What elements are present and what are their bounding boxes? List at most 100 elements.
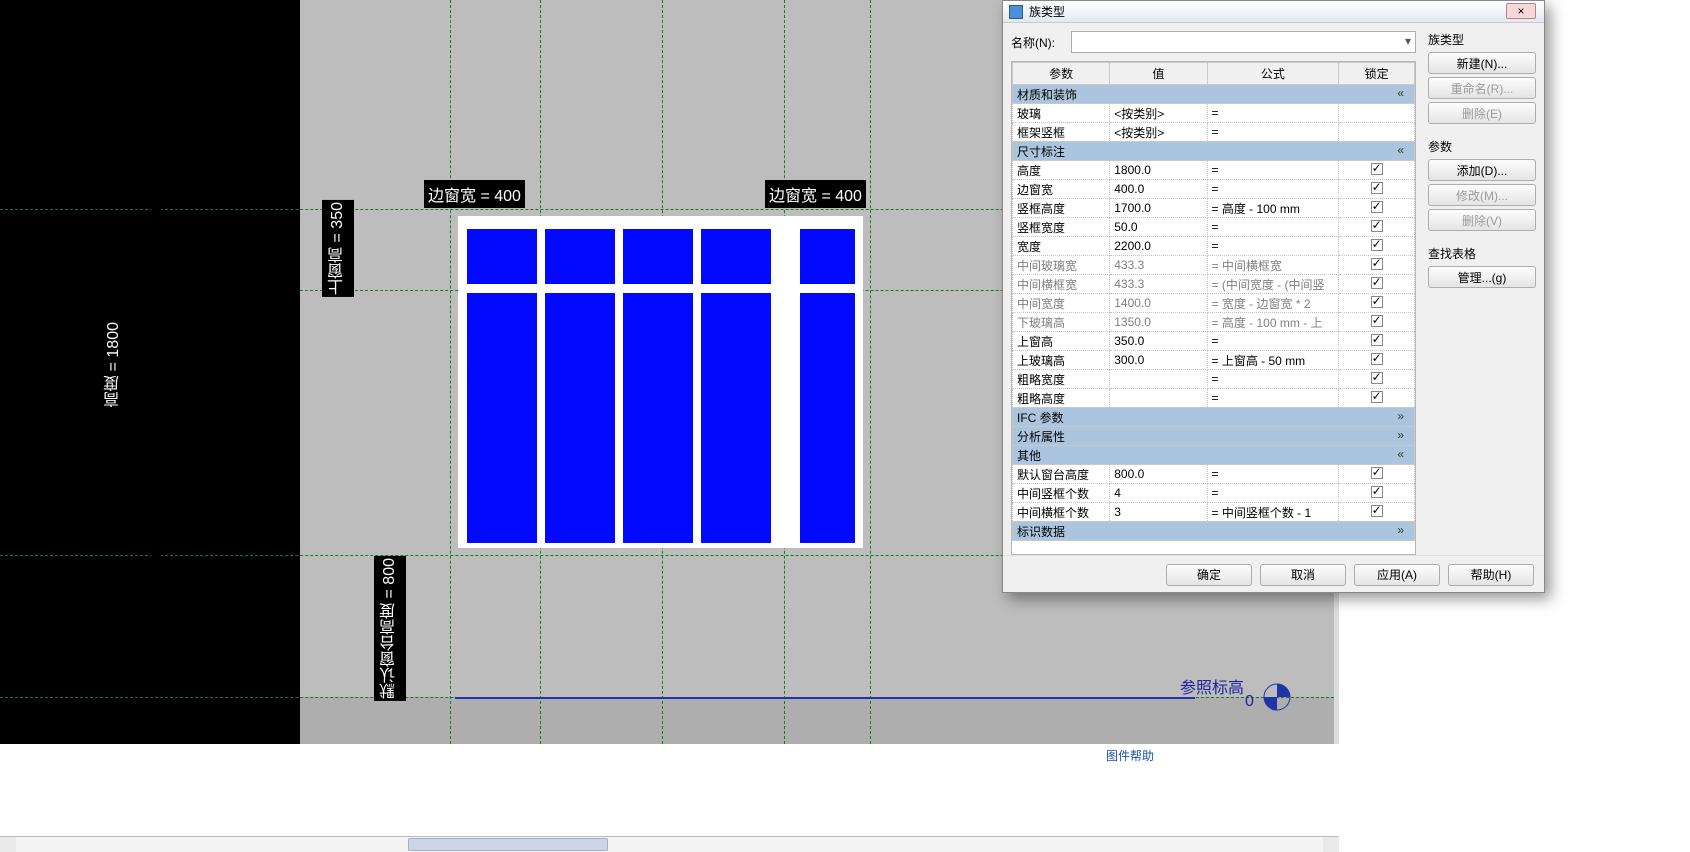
lock-checkbox[interactable] (1371, 486, 1383, 498)
param-formula-cell[interactable]: = 中间横框宽 (1207, 256, 1339, 275)
add-param-button[interactable]: 添加(D)... (1428, 159, 1536, 181)
scrollbar-track[interactable] (16, 837, 1323, 852)
table-row[interactable]: 高度1800.0= (1013, 161, 1415, 180)
param-lock-cell[interactable] (1339, 161, 1415, 180)
delete-param-button[interactable]: 删除(V) (1428, 209, 1536, 231)
table-row[interactable]: 中间竖框个数4= (1013, 484, 1415, 503)
table-row[interactable]: 中间横框宽433.3= (中间宽度 - (中间竖 (1013, 275, 1415, 294)
delete-type-button[interactable]: 删除(E) (1428, 102, 1536, 124)
dim-sill-label[interactable]: 默认窗台高度 = 800 (374, 556, 406, 701)
ref-plane-left-out[interactable] (450, 0, 451, 744)
cancel-button[interactable]: 取消 (1260, 564, 1346, 586)
param-name-cell[interactable]: 中间横框个数 (1013, 503, 1110, 522)
lock-checkbox[interactable] (1371, 239, 1383, 251)
table-row[interactable]: 上玻璃高300.0= 上窗高 - 50 mm (1013, 351, 1415, 370)
dim-side-left-label[interactable]: 边窗宽 = 400 (424, 180, 525, 208)
param-name-cell[interactable]: 边窗宽 (1013, 180, 1110, 199)
col-param[interactable]: 参数 (1013, 63, 1110, 85)
glass-bot-1[interactable] (467, 293, 537, 543)
rename-type-button[interactable]: 重命名(R)... (1428, 77, 1536, 99)
param-value-cell[interactable]: 1700.0 (1110, 199, 1207, 218)
param-lock-cell[interactable] (1339, 237, 1415, 256)
param-name-cell[interactable]: 粗略高度 (1013, 389, 1110, 408)
table-row[interactable]: 竖框宽度50.0= (1013, 218, 1415, 237)
category-row[interactable]: 尺寸标注« (1013, 142, 1415, 161)
param-formula-cell[interactable]: = (1207, 180, 1339, 199)
category-row[interactable]: 材质和装饰« (1013, 85, 1415, 104)
param-formula-cell[interactable]: = 中间竖框个数 - 1 (1207, 503, 1339, 522)
param-name-cell[interactable]: 上玻璃高 (1013, 351, 1110, 370)
lock-checkbox[interactable] (1371, 372, 1383, 384)
param-name-cell[interactable]: 宽度 (1013, 237, 1110, 256)
table-row[interactable]: 中间宽度1400.0= 宽度 - 边窗宽 * 2 (1013, 294, 1415, 313)
param-formula-cell[interactable]: = (1207, 484, 1339, 503)
param-formula-cell[interactable]: = (1207, 123, 1339, 142)
table-row[interactable]: 框架竖框<按类别>= (1013, 123, 1415, 142)
lock-checkbox[interactable] (1371, 258, 1383, 270)
param-lock-cell[interactable] (1339, 484, 1415, 503)
glass-bot-3[interactable] (623, 293, 693, 543)
category-row[interactable]: IFC 参数» (1013, 408, 1415, 427)
param-name-cell[interactable]: 框架竖框 (1013, 123, 1110, 142)
param-name-cell[interactable]: 中间玻璃宽 (1013, 256, 1110, 275)
param-name-cell[interactable]: 中间竖框个数 (1013, 484, 1110, 503)
param-name-cell[interactable]: 下玻璃高 (1013, 313, 1110, 332)
param-formula-cell[interactable]: = (1207, 218, 1339, 237)
param-value-cell[interactable]: 4 (1110, 484, 1207, 503)
lock-checkbox[interactable] (1371, 277, 1383, 289)
lock-checkbox[interactable] (1371, 353, 1383, 365)
param-lock-cell[interactable] (1339, 313, 1415, 332)
help-button[interactable]: 帮助(H) (1448, 564, 1534, 586)
glass-top-4[interactable] (701, 229, 771, 284)
expand-icon[interactable]: » (1397, 428, 1404, 442)
param-lock-cell[interactable] (1339, 256, 1415, 275)
param-formula-cell[interactable]: = 宽度 - 边窗宽 * 2 (1207, 294, 1339, 313)
param-formula-cell[interactable]: = 高度 - 100 mm (1207, 199, 1339, 218)
param-lock-cell[interactable] (1339, 465, 1415, 484)
scrollbar-thumb[interactable] (408, 838, 608, 851)
param-formula-cell[interactable]: = (1207, 104, 1339, 123)
param-value-cell[interactable]: 50.0 (1110, 218, 1207, 237)
table-row[interactable]: 粗略高度= (1013, 389, 1415, 408)
lock-checkbox[interactable] (1371, 220, 1383, 232)
table-row[interactable]: 竖框高度1700.0= 高度 - 100 mm (1013, 199, 1415, 218)
lock-checkbox[interactable] (1371, 182, 1383, 194)
expand-icon[interactable]: « (1397, 143, 1404, 157)
param-value-cell[interactable]: <按类别> (1110, 104, 1207, 123)
datum-line[interactable] (455, 697, 1195, 699)
glass-top-1[interactable] (467, 229, 537, 284)
table-row[interactable]: 默认窗台高度800.0= (1013, 465, 1415, 484)
table-row[interactable]: 下玻璃高1350.0= 高度 - 100 mm - 上 (1013, 313, 1415, 332)
lock-checkbox[interactable] (1371, 391, 1383, 403)
glass-bot-2[interactable] (545, 293, 615, 543)
param-formula-cell[interactable]: = (1207, 332, 1339, 351)
glass-top-3[interactable] (623, 229, 693, 284)
expand-icon[interactable]: « (1397, 86, 1404, 100)
dim-upper-height-label[interactable]: 上窗高 = 350 (322, 200, 354, 297)
lock-checkbox[interactable] (1371, 315, 1383, 327)
param-value-cell[interactable]: 1350.0 (1110, 313, 1207, 332)
expand-icon[interactable]: » (1397, 409, 1404, 423)
param-value-cell[interactable] (1110, 389, 1207, 408)
ok-button[interactable]: 确定 (1166, 564, 1252, 586)
close-icon[interactable]: × (1506, 3, 1536, 19)
expand-icon[interactable]: « (1397, 447, 1404, 461)
param-lock-cell[interactable] (1339, 218, 1415, 237)
param-lock-cell[interactable] (1339, 104, 1415, 123)
param-name-cell[interactable]: 中间宽度 (1013, 294, 1110, 313)
param-formula-cell[interactable]: = (1207, 237, 1339, 256)
param-name-cell[interactable]: 高度 (1013, 161, 1110, 180)
param-value-cell[interactable]: 3 (1110, 503, 1207, 522)
table-row[interactable]: 中间横框个数3= 中间竖框个数 - 1 (1013, 503, 1415, 522)
category-row[interactable]: 分析属性» (1013, 427, 1415, 446)
param-value-cell[interactable]: 1400.0 (1110, 294, 1207, 313)
lock-checkbox[interactable] (1371, 201, 1383, 213)
param-value-cell[interactable]: 1800.0 (1110, 161, 1207, 180)
table-row[interactable]: 中间玻璃宽433.3= 中间横框宽 (1013, 256, 1415, 275)
lock-checkbox[interactable] (1371, 334, 1383, 346)
param-lock-cell[interactable] (1339, 389, 1415, 408)
glass-bot-5[interactable] (800, 293, 855, 543)
param-value-cell[interactable]: 800.0 (1110, 465, 1207, 484)
param-lock-cell[interactable] (1339, 332, 1415, 351)
manage-lookup-button[interactable]: 管理...(g) (1428, 266, 1536, 288)
